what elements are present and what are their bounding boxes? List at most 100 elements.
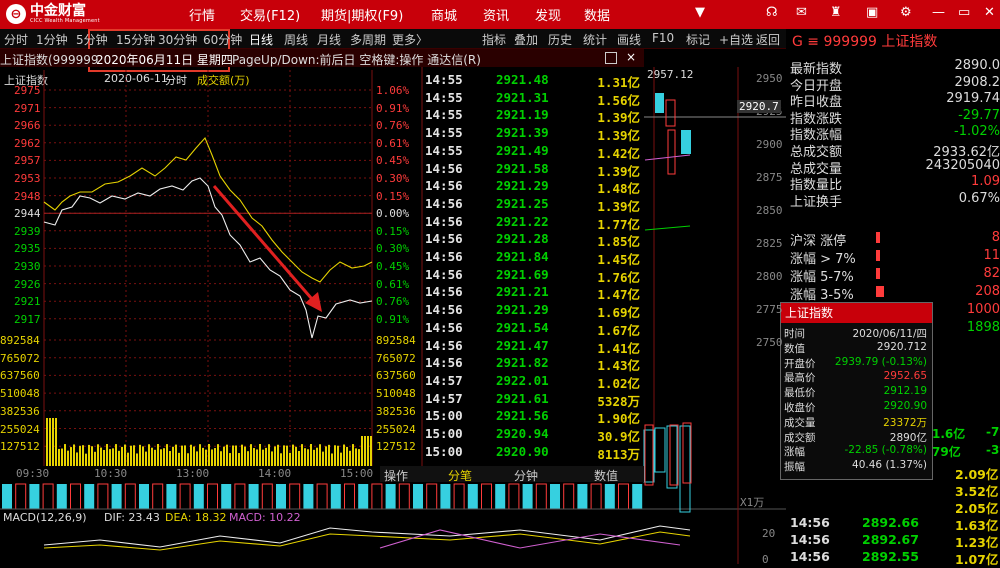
- volume-bar: [121, 447, 123, 466]
- menu-item[interactable]: 期货|期权(F9): [321, 5, 403, 24]
- toolbar-period[interactable]: 月线: [317, 31, 341, 48]
- toolbar-tool[interactable]: 叠加: [514, 31, 538, 48]
- vol-tick: 255024: [0, 423, 40, 436]
- toolbar-tool[interactable]: 历史: [548, 31, 572, 48]
- volume-bar: [52, 418, 54, 466]
- tick-row: 14:562921.291.48亿: [422, 178, 644, 196]
- volume-bar: [136, 453, 138, 466]
- menu-item[interactable]: 发现: [535, 5, 561, 24]
- toolbar-period[interactable]: 15分钟: [116, 31, 155, 48]
- volume-bar: [94, 452, 96, 466]
- volume-bar: [358, 449, 360, 466]
- vol-tick: 127512: [0, 440, 40, 453]
- pct-tick: 0.00%: [376, 207, 409, 220]
- volume-bar: [268, 444, 270, 466]
- activity-bar: [536, 484, 546, 509]
- kline-macd-tick: 0: [762, 553, 769, 566]
- tick-row: 14:572922.011.02亿: [422, 373, 644, 391]
- popup-row: 涨幅-22.85 (-0.78%): [784, 444, 929, 459]
- kline-price-tick: 2950: [756, 72, 783, 85]
- volume-bar: [328, 445, 330, 466]
- breadth-row: 沪深 涨停8: [790, 230, 1000, 247]
- bottom-time: 14:56: [790, 532, 830, 547]
- volume-bar: [208, 444, 210, 466]
- pct-tick: 0.30%: [376, 172, 409, 185]
- breadth-value: 1000: [967, 302, 1000, 317]
- menu-item[interactable]: 行情: [189, 5, 215, 24]
- tick-row: 14:552921.491.42亿: [422, 143, 644, 161]
- volume-bar: [292, 445, 294, 466]
- volume-bar: [103, 450, 105, 466]
- kline-unit: X1万: [740, 494, 764, 510]
- tick-amount: 1.67亿: [597, 320, 640, 339]
- toolbar-period[interactable]: 多周期: [350, 31, 386, 48]
- price-tick: 2971: [14, 102, 41, 115]
- toolbar-tool[interactable]: 标记: [686, 31, 710, 48]
- pct-tick: 0.76%: [376, 119, 409, 132]
- activity-bar: [29, 484, 39, 509]
- volume-bar: [370, 436, 372, 466]
- quote-row: 总成交量243205040: [790, 158, 1000, 175]
- menu-item[interactable]: 数据: [584, 5, 610, 24]
- activity-bar: [358, 484, 368, 509]
- volume-bar: [229, 453, 231, 466]
- volume-bar: [160, 449, 162, 466]
- tick-tab[interactable]: 分笔: [448, 467, 472, 484]
- tick-time: 14:56: [425, 338, 463, 353]
- kline-price-tick: 2850: [756, 204, 783, 217]
- volume-bar: [220, 451, 222, 466]
- tick-amount: 1.56亿: [597, 90, 640, 109]
- volume-bar: [334, 445, 336, 466]
- toolbar-period[interactable]: 周线: [284, 31, 308, 48]
- tick-tab[interactable]: 分钟: [514, 467, 538, 484]
- volume-bar: [166, 444, 168, 466]
- toolbar-period[interactable]: 日线: [249, 31, 273, 48]
- volume-bar: [73, 444, 75, 466]
- toolbar-period[interactable]: 分时: [4, 31, 28, 48]
- tick-tab[interactable]: 操作: [384, 467, 408, 484]
- volume-bar: [130, 446, 132, 466]
- activity-bar: [139, 484, 149, 509]
- tick-row: 14:562921.841.45亿: [422, 249, 644, 267]
- time-tick: 09:30: [16, 467, 49, 480]
- menu-item[interactable]: 资讯: [483, 5, 509, 24]
- volume-bar: [142, 446, 144, 466]
- toolbar-tool[interactable]: 统计: [583, 31, 607, 48]
- breadth-value: 1898: [967, 320, 1000, 335]
- breadth-bar: [876, 268, 880, 279]
- tick-time: 14:56: [425, 214, 463, 229]
- tick-amount: 8113万: [597, 444, 640, 463]
- popup-value: 40.46 (1.37%): [852, 459, 927, 471]
- volume-bar: [88, 445, 90, 466]
- popup-label: 最高价: [784, 370, 816, 385]
- toolbar-tool[interactable]: +自选: [719, 31, 753, 48]
- volume-bar: [280, 453, 282, 466]
- toolbar-period[interactable]: 5分钟: [76, 31, 108, 48]
- tick-amount: 1.39亿: [597, 125, 640, 144]
- volume-bar: [154, 450, 156, 466]
- tick-price: 2921.58: [496, 161, 549, 176]
- toolbar-period[interactable]: 1分钟: [36, 31, 68, 48]
- tick-tab[interactable]: 数值: [594, 467, 618, 484]
- volume-bar: [331, 453, 333, 466]
- vol-tick-right: 382536: [376, 405, 416, 418]
- menu-item[interactable]: 交易(F12): [240, 5, 300, 24]
- popup-row: 振幅40.46 (1.37%): [784, 459, 929, 474]
- volume-bar: [283, 445, 285, 466]
- volume-bar: [337, 446, 339, 466]
- quote-value: 2890.0: [955, 58, 1000, 73]
- toolbar-period[interactable]: 60分钟: [203, 31, 242, 48]
- tick-amount: 30.9亿: [597, 426, 640, 445]
- toolbar-tool[interactable]: 返回: [756, 31, 780, 48]
- tick-price: 2921.61: [496, 391, 549, 406]
- toolbar-period[interactable]: 30分钟: [158, 31, 197, 48]
- tick-row: 15:002920.9430.9亿: [422, 426, 644, 444]
- pct-tick: 0.91%: [376, 102, 409, 115]
- menu-item[interactable]: 商城: [431, 5, 457, 24]
- toolbar-tool[interactable]: 画线: [617, 31, 641, 48]
- toolbar-tool[interactable]: F10: [652, 31, 674, 45]
- toolbar-tool[interactable]: 指标: [482, 31, 506, 48]
- volume-bar: [148, 444, 150, 466]
- toolbar-period[interactable]: 更多〉: [392, 31, 428, 48]
- volume-bar: [190, 445, 192, 466]
